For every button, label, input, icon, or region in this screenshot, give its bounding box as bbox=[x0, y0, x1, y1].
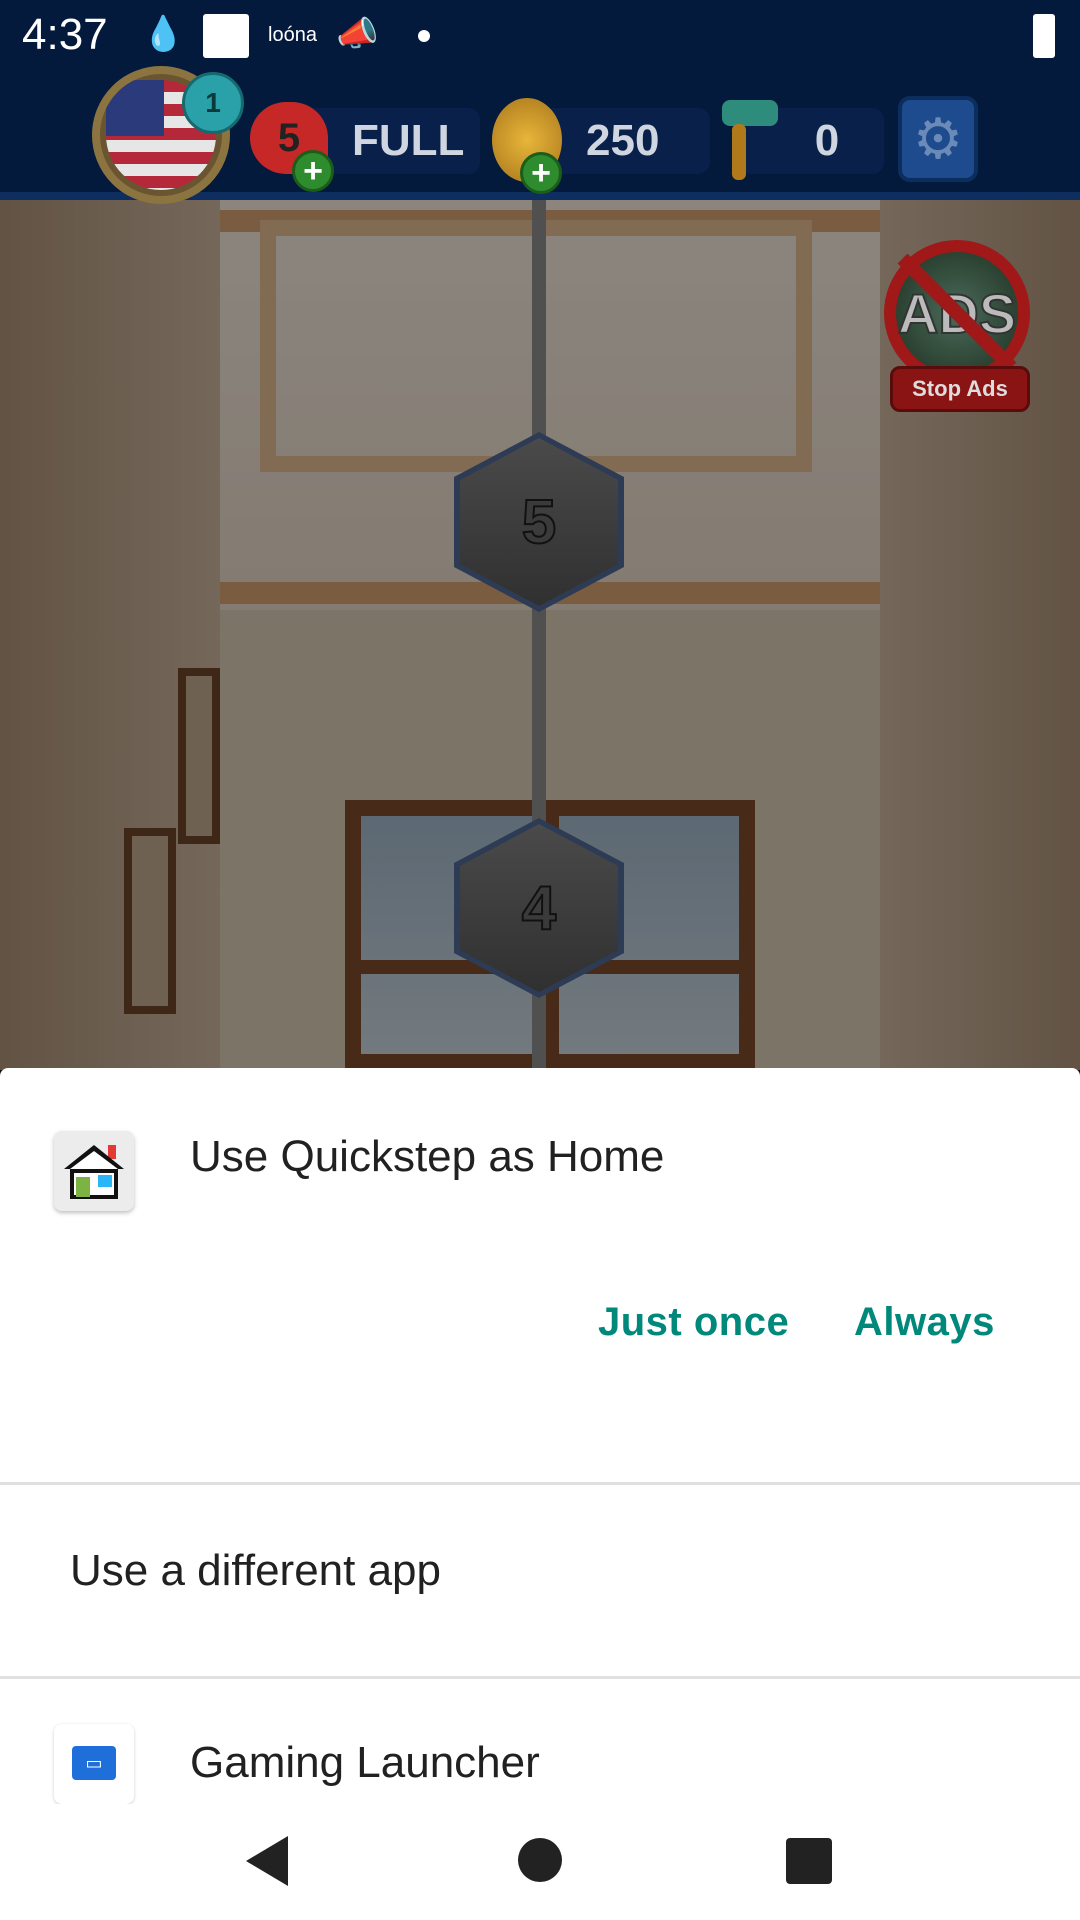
home-icon[interactable] bbox=[518, 1838, 562, 1882]
chooser-title: Use Quickstep as Home bbox=[190, 1132, 665, 1181]
white-square-icon bbox=[203, 14, 249, 58]
coins-count: 250 bbox=[586, 116, 660, 165]
use-different-app-label: Use a different app bbox=[70, 1546, 441, 1595]
clock: 4:37 bbox=[22, 10, 108, 59]
lives-count: 5 bbox=[277, 115, 301, 160]
back-icon[interactable] bbox=[246, 1836, 288, 1886]
game-hud: 1 FULL 5 + 250 + 0 ⚙ bbox=[0, 66, 1080, 204]
notification-app-text: loóna bbox=[268, 24, 317, 46]
always-button[interactable]: Always bbox=[854, 1300, 995, 1345]
dot-icon bbox=[418, 30, 430, 42]
navigation-bar bbox=[0, 1804, 1080, 1920]
divider bbox=[0, 1482, 1080, 1485]
coins-counter[interactable]: 250 bbox=[540, 108, 710, 174]
status-bar: 4:37 💧 loóna 📣 bbox=[0, 0, 1080, 72]
add-coins-button[interactable]: + bbox=[520, 152, 562, 194]
level-number: 5 bbox=[521, 487, 558, 558]
home-app-chooser-sheet: Use Quickstep as Home Just once Always U… bbox=[0, 1068, 1080, 1804]
lives-status: FULL bbox=[352, 116, 465, 165]
megaphone-icon: 📣 bbox=[336, 15, 379, 53]
battery-charging-icon bbox=[1033, 14, 1055, 58]
house-icon bbox=[54, 1131, 134, 1211]
recents-icon[interactable] bbox=[786, 1838, 832, 1884]
rollers-count: 0 bbox=[814, 116, 840, 165]
add-lives-button[interactable]: + bbox=[292, 150, 334, 192]
water-drop-icon: 💧 bbox=[142, 15, 185, 53]
divider bbox=[0, 1676, 1080, 1679]
settings-button[interactable]: ⚙ bbox=[898, 96, 978, 182]
stop-ads-label: Stop Ads bbox=[890, 366, 1030, 412]
stop-ads-button[interactable]: ADS Stop Ads bbox=[884, 240, 1030, 416]
level-number: 4 bbox=[521, 873, 558, 944]
gaming-launcher-option[interactable]: Gaming Launcher bbox=[190, 1738, 540, 1788]
just-once-button[interactable]: Just once bbox=[598, 1300, 789, 1345]
gamepad-icon: ▭ bbox=[54, 1724, 134, 1804]
gear-icon: ⚙ bbox=[912, 107, 964, 170]
player-level-badge: 1 bbox=[182, 72, 244, 134]
flag-canton bbox=[106, 80, 164, 136]
paint-roller-icon bbox=[712, 100, 778, 180]
